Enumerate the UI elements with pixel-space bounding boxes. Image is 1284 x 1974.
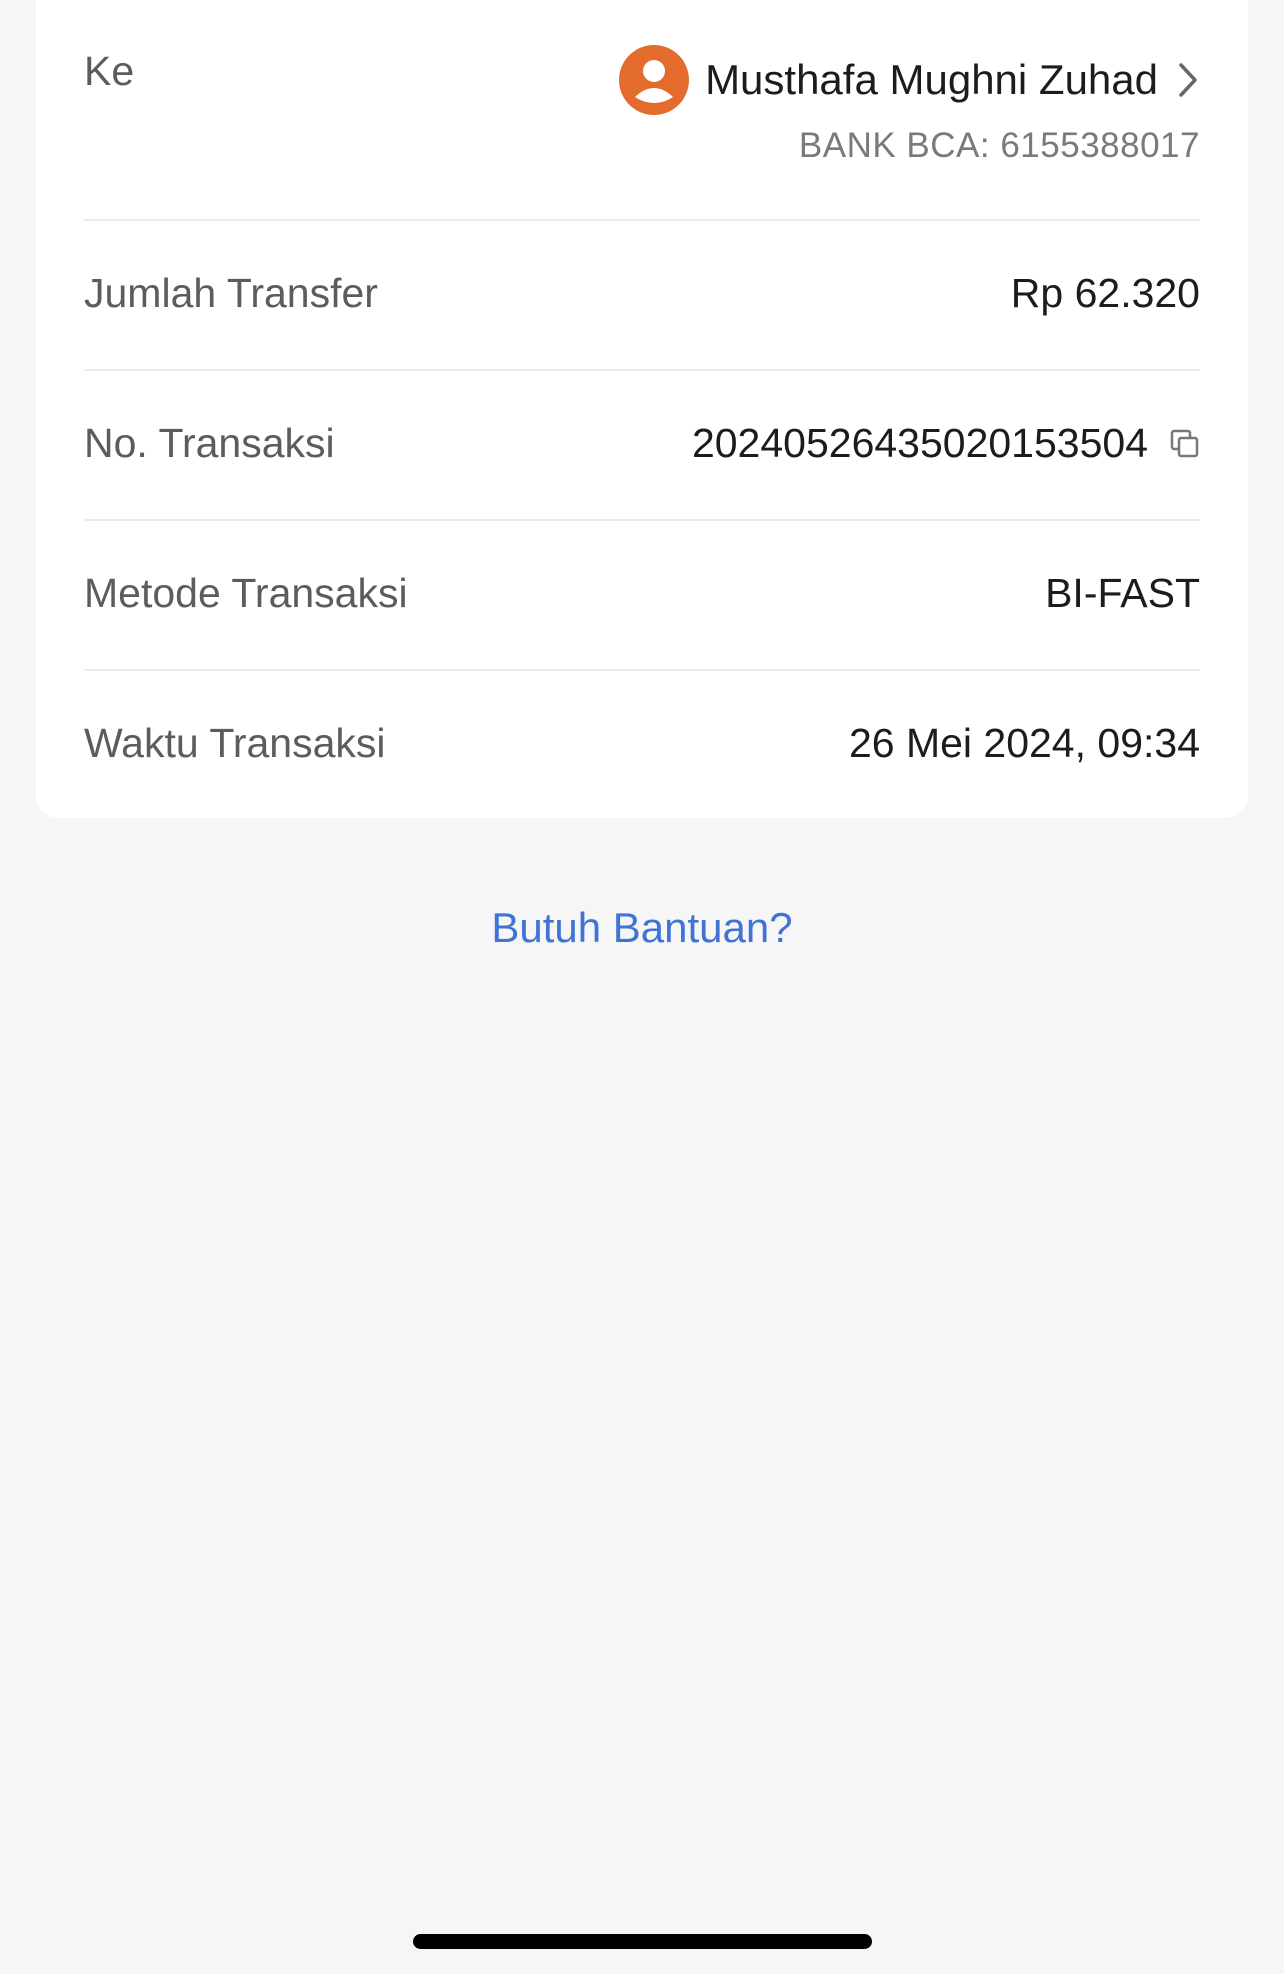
method-label: Metode Transaksi [84, 570, 408, 616]
method-row: Metode Transaksi BI-FAST [84, 570, 1200, 620]
divider [84, 369, 1200, 371]
divider [84, 519, 1200, 521]
divider [84, 219, 1200, 221]
person-avatar-icon [619, 45, 690, 115]
home-indicator [413, 1934, 872, 1949]
method-value: BI-FAST [1045, 570, 1200, 616]
amount-row: Jumlah Transfer Rp 62.320 [84, 270, 1200, 320]
recipient-row: Ke Musthafa Mughni Zuhad BANK BCA: 61553… [84, 40, 1200, 180]
time-value: 26 Mei 2024, 09:34 [848, 720, 1200, 766]
amount-value: Rp 62.320 [1010, 270, 1200, 316]
time-row: Waktu Transaksi 26 Mei 2024, 09:34 [84, 720, 1200, 770]
transaction-id-label: No. Transaksi [84, 420, 335, 466]
recipient-name: Musthafa Mughni Zuhad [705, 56, 1158, 103]
recipient-link[interactable]: Musthafa Mughni Zuhad [619, 40, 1200, 120]
amount-label: Jumlah Transfer [84, 270, 378, 316]
help-link[interactable]: Butuh Bantuan? [0, 904, 1284, 952]
recipient-label: Ke [84, 48, 135, 94]
time-label: Waktu Transaksi [84, 720, 386, 766]
transaction-id-value: 20240526435020153504 [691, 420, 1148, 466]
transaction-id-row: No. Transaksi 20240526435020153504 [84, 420, 1200, 470]
divider [84, 669, 1200, 671]
transaction-id-container: 20240526435020153504 [692, 420, 1200, 467]
chevron-right-icon [1176, 60, 1200, 100]
recipient-bank-account: BANK BCA: 6155388017 [798, 126, 1200, 165]
copy-icon[interactable] [1170, 429, 1200, 459]
